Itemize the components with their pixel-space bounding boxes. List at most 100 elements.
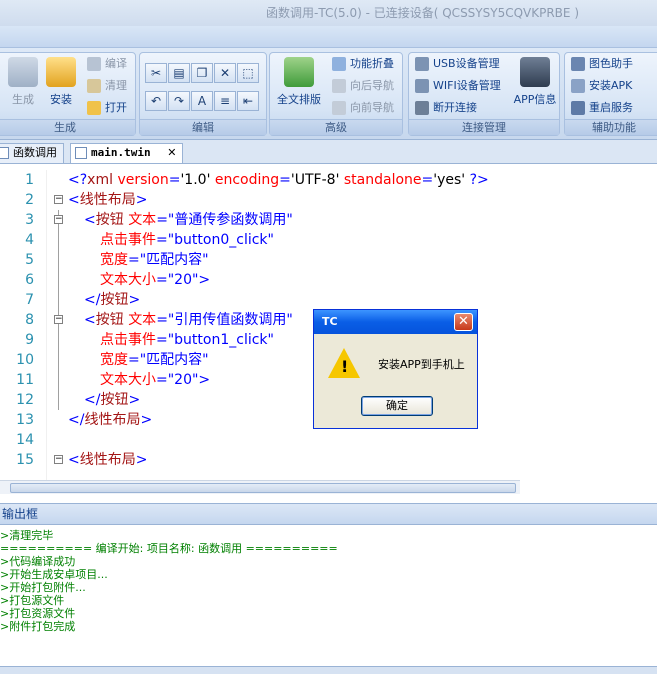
code-token: ="20"> (156, 272, 211, 288)
code-token: 'yes' (433, 172, 470, 188)
paste-icon: ▤ (173, 66, 185, 80)
document-tabs: 函数调用 main.twin ✕ (0, 140, 657, 164)
install-icon (46, 57, 76, 87)
select-all-button[interactable]: ⬚ (237, 63, 259, 83)
line-number: 9 (25, 332, 34, 348)
copy-button[interactable]: ❐ (191, 63, 213, 83)
code-token: 文本大小 (100, 372, 156, 388)
tab-function-call[interactable]: 函数调用 (0, 143, 64, 163)
build-button[interactable]: 生成 (3, 57, 43, 107)
line-number: 12 (16, 392, 34, 408)
color-helper-icon (571, 57, 585, 71)
code-token: ="引用传值函数调用" (156, 312, 293, 328)
output-line: >清理完毕 (0, 529, 54, 542)
ribbon-group-edit: ✂ ▤ ❐ ✕ ⬚ ↶ ↷ A ≡ ⇤ 编辑 (139, 52, 267, 136)
code-token: version (117, 172, 169, 188)
ribbon-group-advanced: 全文排版 功能折叠 向后导航 向前导航 高级 (269, 52, 403, 136)
code-line: 4 点击事件="button0_click" (0, 230, 657, 250)
line-number: 4 (25, 232, 34, 248)
nav-forward-button[interactable]: 向前导航 (332, 99, 394, 117)
code-token: xml (87, 172, 118, 188)
cut-icon: ✂ (150, 66, 162, 80)
clean-label: 清理 (105, 79, 127, 92)
undo-button[interactable]: ↶ (145, 91, 167, 111)
code-token: '1.0' (180, 172, 215, 188)
line-number: 1 (25, 172, 34, 188)
line-number: 2 (25, 192, 34, 208)
line-number: 11 (16, 372, 34, 388)
code-token: < (68, 192, 80, 208)
code-token: 宽度 (100, 252, 128, 268)
install-apk-label: 安装APK (589, 79, 633, 92)
code-token: 点击事件 (100, 332, 156, 348)
build-icon (8, 57, 38, 87)
code-line: 6 文本大小="20"> (0, 270, 657, 290)
close-icon[interactable]: ✕ (167, 146, 176, 159)
output-line: >开始打包附件... (0, 581, 86, 594)
code-text: <线性布局> (68, 190, 147, 210)
code-token: ="button0_click" (156, 232, 274, 248)
disconnect-button[interactable]: 断开连接 (415, 99, 477, 117)
nav-back-label: 向后导航 (350, 79, 394, 92)
usb-manager-button[interactable]: USB设备管理 (415, 55, 500, 73)
code-line: 7 </按钮> (0, 290, 657, 310)
scrollbar-thumb[interactable] (10, 483, 516, 493)
redo-icon: ↷ (173, 94, 185, 108)
format-all-button[interactable]: 全文排版 (276, 57, 322, 107)
find-icon: A (197, 94, 207, 108)
clean-button[interactable]: 清理 (87, 77, 127, 95)
code-token: </ (84, 392, 101, 408)
code-token: = (279, 172, 291, 188)
indent-icon: ≡ (219, 94, 231, 108)
nav-back-icon (332, 79, 346, 93)
document-icon (75, 147, 87, 159)
wifi-manager-button[interactable]: WIFI设备管理 (415, 77, 501, 95)
open-folder-icon (87, 101, 101, 115)
horizontal-scrollbar[interactable] (0, 480, 520, 494)
code-token: ="普通传参函数调用" (156, 212, 293, 228)
restart-service-button[interactable]: 重启服务 (571, 99, 633, 117)
paste-button[interactable]: ▤ (168, 63, 190, 83)
fold-button[interactable]: 功能折叠 (332, 55, 394, 73)
app-info-button[interactable]: APP信息 (513, 57, 557, 107)
code-line: 2 <线性布局> (0, 190, 657, 210)
find-button[interactable]: A (191, 91, 213, 111)
delete-button[interactable]: ✕ (214, 63, 236, 83)
code-token: <? (68, 172, 88, 188)
ribbon-group-connection: USB设备管理 WIFI设备管理 断开连接 APP信息 连接管理 (408, 52, 560, 136)
code-token: </ (68, 412, 85, 428)
color-helper-button[interactable]: 图色助手 (571, 55, 633, 73)
group-label-generate: 生成 (0, 119, 135, 135)
install-apk-button[interactable]: 安装APK (571, 77, 632, 95)
outdent-button[interactable]: ⇤ (237, 91, 259, 111)
code-token: ="20"> (156, 372, 211, 388)
format-all-label: 全文排版 (277, 93, 321, 106)
compile-button[interactable]: 编译 (87, 55, 127, 73)
open-button[interactable]: 打开 (87, 99, 127, 117)
wifi-label: WIFI设备管理 (433, 79, 501, 92)
line-number: 8 (25, 312, 34, 328)
code-text: </按钮> (84, 390, 140, 410)
code-token: < (84, 212, 96, 228)
copy-icon: ❐ (196, 66, 208, 80)
ok-button[interactable]: 确定 (361, 396, 433, 416)
compile-label: 编译 (105, 57, 127, 70)
nav-back-button[interactable]: 向后导航 (332, 77, 394, 95)
code-text: 点击事件="button0_click" (100, 230, 274, 250)
code-token: 线性布局 (84, 412, 141, 428)
window-title: 函数调用-TC(5.0) - 已连接设备( QCSSYSY5CQVKPRBE ) (0, 0, 657, 26)
install-button[interactable]: 安装 (41, 57, 81, 107)
code-text: </按钮> (84, 290, 140, 310)
cut-button[interactable]: ✂ (145, 63, 167, 83)
line-number: 6 (25, 272, 34, 288)
disconnect-label: 断开连接 (433, 101, 477, 114)
delete-icon: ✕ (219, 66, 231, 80)
dialog-close-icon[interactable]: ✕ (454, 313, 473, 331)
tab-main-twin[interactable]: main.twin ✕ (70, 143, 184, 163)
redo-button[interactable]: ↷ (168, 91, 190, 111)
output-panel: >清理完毕 ========== 编译开始: 项目名称: 函数调用 =======… (0, 526, 657, 666)
dialog-message: 安装APP到手机上 (378, 358, 465, 371)
compile-icon (87, 57, 101, 71)
indent-button[interactable]: ≡ (214, 91, 236, 111)
code-token: < (84, 312, 96, 328)
